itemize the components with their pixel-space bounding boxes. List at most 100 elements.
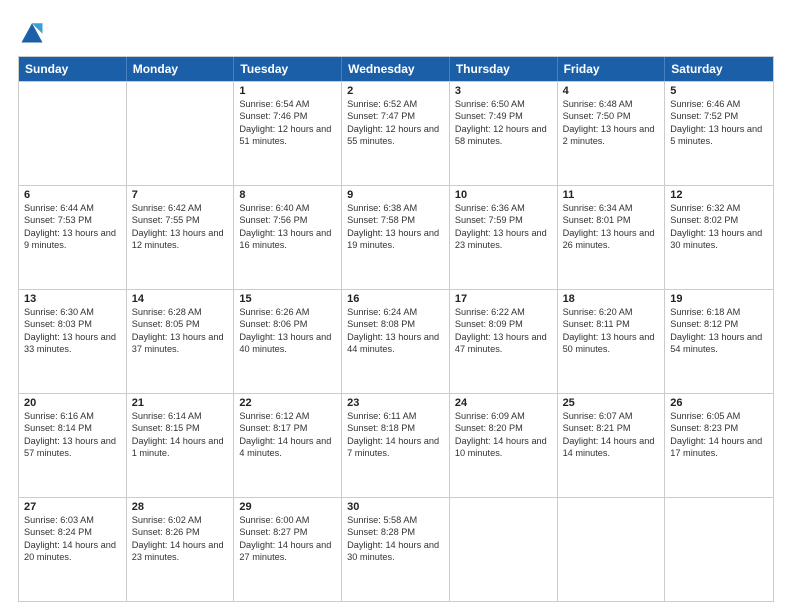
calendar-cell: 2Sunrise: 6:52 AMSunset: 7:47 PMDaylight… [342, 82, 450, 185]
day-number: 14 [132, 293, 229, 305]
day-number: 20 [24, 397, 121, 409]
calendar-cell: 14Sunrise: 6:28 AMSunset: 8:05 PMDayligh… [127, 290, 235, 393]
cell-info: Sunrise: 6:22 AMSunset: 8:09 PMDaylight:… [455, 306, 552, 356]
header [18, 18, 774, 46]
header-day-sunday: Sunday [19, 57, 127, 81]
header-day-monday: Monday [127, 57, 235, 81]
calendar-cell: 23Sunrise: 6:11 AMSunset: 8:18 PMDayligh… [342, 394, 450, 497]
page: SundayMondayTuesdayWednesdayThursdayFrid… [0, 0, 792, 612]
day-number: 24 [455, 397, 552, 409]
calendar-cell [558, 498, 666, 601]
day-number: 6 [24, 189, 121, 201]
day-number: 11 [563, 189, 660, 201]
logo-icon [18, 18, 46, 46]
cell-info: Sunrise: 6:12 AMSunset: 8:17 PMDaylight:… [239, 410, 336, 460]
day-number: 15 [239, 293, 336, 305]
calendar-cell [127, 82, 235, 185]
day-number: 16 [347, 293, 444, 305]
cell-info: Sunrise: 5:58 AMSunset: 8:28 PMDaylight:… [347, 514, 444, 564]
cell-info: Sunrise: 6:40 AMSunset: 7:56 PMDaylight:… [239, 202, 336, 252]
cell-info: Sunrise: 6:26 AMSunset: 8:06 PMDaylight:… [239, 306, 336, 356]
day-number: 27 [24, 501, 121, 513]
cell-info: Sunrise: 6:03 AMSunset: 8:24 PMDaylight:… [24, 514, 121, 564]
day-number: 12 [670, 189, 768, 201]
calendar-row-0: 1Sunrise: 6:54 AMSunset: 7:46 PMDaylight… [19, 81, 773, 185]
calendar-cell: 8Sunrise: 6:40 AMSunset: 7:56 PMDaylight… [234, 186, 342, 289]
calendar-cell: 17Sunrise: 6:22 AMSunset: 8:09 PMDayligh… [450, 290, 558, 393]
day-number: 28 [132, 501, 229, 513]
day-number: 7 [132, 189, 229, 201]
calendar-cell: 6Sunrise: 6:44 AMSunset: 7:53 PMDaylight… [19, 186, 127, 289]
day-number: 9 [347, 189, 444, 201]
cell-info: Sunrise: 6:30 AMSunset: 8:03 PMDaylight:… [24, 306, 121, 356]
cell-info: Sunrise: 6:07 AMSunset: 8:21 PMDaylight:… [563, 410, 660, 460]
cell-info: Sunrise: 6:00 AMSunset: 8:27 PMDaylight:… [239, 514, 336, 564]
calendar-row-4: 27Sunrise: 6:03 AMSunset: 8:24 PMDayligh… [19, 497, 773, 601]
cell-info: Sunrise: 6:28 AMSunset: 8:05 PMDaylight:… [132, 306, 229, 356]
header-day-friday: Friday [558, 57, 666, 81]
day-number: 18 [563, 293, 660, 305]
cell-info: Sunrise: 6:54 AMSunset: 7:46 PMDaylight:… [239, 98, 336, 148]
cell-info: Sunrise: 6:32 AMSunset: 8:02 PMDaylight:… [670, 202, 768, 252]
calendar-cell: 30Sunrise: 5:58 AMSunset: 8:28 PMDayligh… [342, 498, 450, 601]
calendar-cell: 28Sunrise: 6:02 AMSunset: 8:26 PMDayligh… [127, 498, 235, 601]
day-number: 23 [347, 397, 444, 409]
calendar-cell: 27Sunrise: 6:03 AMSunset: 8:24 PMDayligh… [19, 498, 127, 601]
cell-info: Sunrise: 6:42 AMSunset: 7:55 PMDaylight:… [132, 202, 229, 252]
cell-info: Sunrise: 6:34 AMSunset: 8:01 PMDaylight:… [563, 202, 660, 252]
cell-info: Sunrise: 6:14 AMSunset: 8:15 PMDaylight:… [132, 410, 229, 460]
cell-info: Sunrise: 6:11 AMSunset: 8:18 PMDaylight:… [347, 410, 444, 460]
calendar-cell: 3Sunrise: 6:50 AMSunset: 7:49 PMDaylight… [450, 82, 558, 185]
day-number: 3 [455, 85, 552, 97]
cell-info: Sunrise: 6:20 AMSunset: 8:11 PMDaylight:… [563, 306, 660, 356]
header-day-thursday: Thursday [450, 57, 558, 81]
calendar-cell: 20Sunrise: 6:16 AMSunset: 8:14 PMDayligh… [19, 394, 127, 497]
cell-info: Sunrise: 6:38 AMSunset: 7:58 PMDaylight:… [347, 202, 444, 252]
calendar-cell: 19Sunrise: 6:18 AMSunset: 8:12 PMDayligh… [665, 290, 773, 393]
day-number: 26 [670, 397, 768, 409]
calendar-cell: 11Sunrise: 6:34 AMSunset: 8:01 PMDayligh… [558, 186, 666, 289]
calendar-row-3: 20Sunrise: 6:16 AMSunset: 8:14 PMDayligh… [19, 393, 773, 497]
calendar-cell: 21Sunrise: 6:14 AMSunset: 8:15 PMDayligh… [127, 394, 235, 497]
calendar-cell: 1Sunrise: 6:54 AMSunset: 7:46 PMDaylight… [234, 82, 342, 185]
day-number: 13 [24, 293, 121, 305]
cell-info: Sunrise: 6:46 AMSunset: 7:52 PMDaylight:… [670, 98, 768, 148]
calendar-cell: 16Sunrise: 6:24 AMSunset: 8:08 PMDayligh… [342, 290, 450, 393]
calendar-cell: 22Sunrise: 6:12 AMSunset: 8:17 PMDayligh… [234, 394, 342, 497]
day-number: 30 [347, 501, 444, 513]
calendar-cell: 12Sunrise: 6:32 AMSunset: 8:02 PMDayligh… [665, 186, 773, 289]
day-number: 21 [132, 397, 229, 409]
calendar: SundayMondayTuesdayWednesdayThursdayFrid… [18, 56, 774, 602]
calendar-cell: 13Sunrise: 6:30 AMSunset: 8:03 PMDayligh… [19, 290, 127, 393]
calendar-cell: 29Sunrise: 6:00 AMSunset: 8:27 PMDayligh… [234, 498, 342, 601]
day-number: 4 [563, 85, 660, 97]
day-number: 8 [239, 189, 336, 201]
cell-info: Sunrise: 6:44 AMSunset: 7:53 PMDaylight:… [24, 202, 121, 252]
calendar-body: 1Sunrise: 6:54 AMSunset: 7:46 PMDaylight… [19, 81, 773, 601]
cell-info: Sunrise: 6:18 AMSunset: 8:12 PMDaylight:… [670, 306, 768, 356]
calendar-cell: 4Sunrise: 6:48 AMSunset: 7:50 PMDaylight… [558, 82, 666, 185]
calendar-row-2: 13Sunrise: 6:30 AMSunset: 8:03 PMDayligh… [19, 289, 773, 393]
day-number: 10 [455, 189, 552, 201]
cell-info: Sunrise: 6:05 AMSunset: 8:23 PMDaylight:… [670, 410, 768, 460]
day-number: 19 [670, 293, 768, 305]
header-day-saturday: Saturday [665, 57, 773, 81]
calendar-cell [450, 498, 558, 601]
day-number: 5 [670, 85, 768, 97]
day-number: 22 [239, 397, 336, 409]
header-day-wednesday: Wednesday [342, 57, 450, 81]
calendar-cell [665, 498, 773, 601]
day-number: 17 [455, 293, 552, 305]
cell-info: Sunrise: 6:50 AMSunset: 7:49 PMDaylight:… [455, 98, 552, 148]
day-number: 2 [347, 85, 444, 97]
calendar-cell: 24Sunrise: 6:09 AMSunset: 8:20 PMDayligh… [450, 394, 558, 497]
day-number: 1 [239, 85, 336, 97]
calendar-row-1: 6Sunrise: 6:44 AMSunset: 7:53 PMDaylight… [19, 185, 773, 289]
calendar-cell: 15Sunrise: 6:26 AMSunset: 8:06 PMDayligh… [234, 290, 342, 393]
calendar-cell: 26Sunrise: 6:05 AMSunset: 8:23 PMDayligh… [665, 394, 773, 497]
calendar-cell: 10Sunrise: 6:36 AMSunset: 7:59 PMDayligh… [450, 186, 558, 289]
calendar-cell: 7Sunrise: 6:42 AMSunset: 7:55 PMDaylight… [127, 186, 235, 289]
calendar-cell: 9Sunrise: 6:38 AMSunset: 7:58 PMDaylight… [342, 186, 450, 289]
day-number: 29 [239, 501, 336, 513]
cell-info: Sunrise: 6:16 AMSunset: 8:14 PMDaylight:… [24, 410, 121, 460]
